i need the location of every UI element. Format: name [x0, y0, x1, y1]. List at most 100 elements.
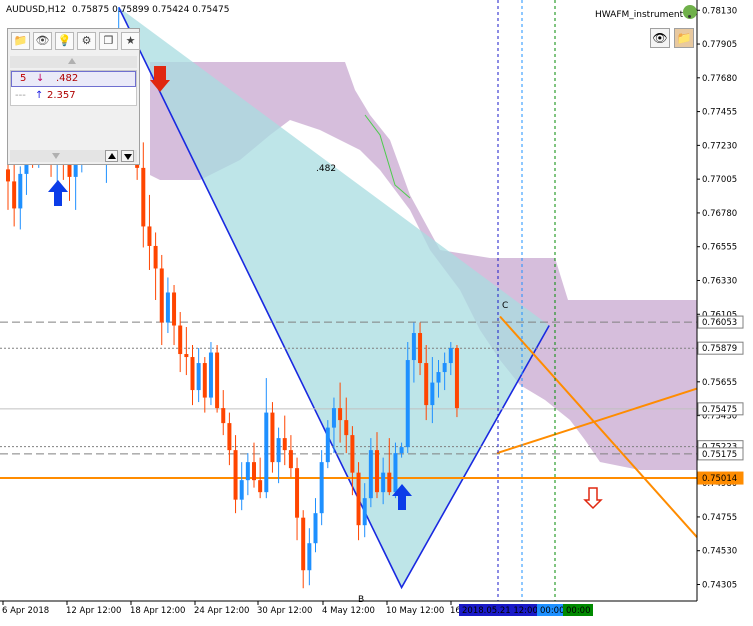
candle-body: [165, 292, 170, 323]
list-item[interactable]: 5 ↓ .482: [11, 71, 136, 87]
price-label: 0.78130: [702, 6, 737, 16]
candle-body: [12, 181, 17, 209]
point-b-label: B: [358, 595, 364, 605]
candle-body: [233, 450, 238, 500]
candle-body: [368, 450, 373, 499]
symbol-label: AUDUSD,H12: [6, 5, 66, 15]
candle-body: [196, 363, 201, 391]
candle-body: [344, 420, 349, 436]
info-panel[interactable]: 📁 👁 💡 ⚙ ❐ ★ 5 ↓ .482 --- ↑ 2.357: [7, 28, 140, 165]
candle-body: [399, 447, 404, 454]
candle-body: [288, 450, 293, 469]
candle-body: [141, 167, 146, 227]
candle-body: [436, 372, 441, 383]
candle-body: [178, 325, 183, 355]
candle-body: [18, 173, 23, 209]
candle-body: [282, 438, 287, 451]
ohlc-label: 0.75875 0.75899 0.75424 0.75475: [72, 5, 229, 15]
candle-body: [350, 435, 355, 473]
candle-body: [454, 348, 459, 409]
price-label: 0.75655: [702, 378, 737, 388]
candle-body: [331, 408, 336, 428]
price-tag-label: 0.75879: [702, 344, 737, 354]
indicator-dot-icon: [688, 15, 691, 18]
price-tag-label: 0.76053: [702, 318, 737, 328]
list-item[interactable]: --- ↑ 2.357: [11, 88, 136, 104]
price-label: 0.74755: [702, 513, 737, 523]
price-tag-label: 0.75475: [702, 405, 737, 415]
price-label: 0.74530: [702, 547, 737, 557]
price-label: 0.77905: [702, 40, 737, 50]
price-label: 0.77005: [702, 175, 737, 185]
candle-body: [227, 423, 232, 451]
scroll-down-button[interactable]: [121, 150, 134, 162]
time-label: 10 May 12:00: [386, 606, 444, 616]
price-label: 0.76780: [702, 209, 737, 219]
zigzag-list[interactable]: 5 ↓ .482 --- ↑ 2.357: [10, 70, 137, 106]
candle-body: [258, 480, 263, 493]
candle-body: [295, 468, 300, 518]
pattern-ratio-label: .482: [316, 164, 336, 174]
price-label: 0.76330: [702, 276, 737, 286]
candle-body: [430, 382, 435, 406]
scroll-bar-bottom[interactable]: [10, 150, 137, 162]
candle-body: [264, 412, 269, 493]
row-value: .482: [56, 73, 79, 84]
candle-body: [215, 352, 220, 409]
star-icon[interactable]: ★: [121, 32, 140, 50]
folder-icon[interactable]: 📁: [11, 32, 30, 50]
candle-body: [442, 363, 447, 373]
candle-body: [387, 472, 392, 493]
candle-body: [221, 408, 226, 424]
chevron-up-icon: [68, 58, 76, 64]
candle-body: [245, 462, 250, 481]
time-label: 12 Apr 12:00: [66, 606, 121, 616]
time-label: 6 Apr 2018: [2, 606, 49, 616]
scroll-up-button[interactable]: [105, 150, 118, 162]
time-tag-label: 2018.05.21 12:00: [462, 606, 538, 616]
candle-body: [338, 408, 343, 421]
candle-body: [6, 169, 10, 182]
candle-body: [424, 363, 429, 406]
eye-icon[interactable]: 👁: [33, 32, 52, 50]
time-label: 24 Apr 12:00: [194, 606, 249, 616]
candle-body: [301, 517, 306, 571]
candle-body: [153, 245, 158, 269]
candle-body: [375, 450, 379, 493]
price-label: 0.77680: [702, 74, 737, 84]
time-tag-label: 00:00: [540, 606, 565, 616]
indicator-name: HWAFM_instrument: [595, 10, 684, 20]
triangle-up-icon: [108, 153, 116, 159]
price-tag-label: 0.75175: [702, 450, 737, 460]
candle-body: [356, 472, 361, 526]
gear-icon[interactable]: ⚙: [77, 32, 96, 50]
candle-body: [448, 348, 453, 364]
arrow-down-icon: ↓: [36, 73, 45, 84]
chart-window[interactable]: .482 B C 0.78130 0.77905 0.77680 0.77455 0.772…: [0, 0, 753, 622]
candle-body: [202, 363, 207, 398]
bulb-icon[interactable]: 💡: [55, 32, 74, 50]
time-label: 30 Apr 12:00: [257, 606, 312, 616]
candle-body: [190, 357, 195, 391]
folder-icon[interactable]: 📁: [674, 28, 694, 48]
price-label: 0.77455: [702, 108, 737, 118]
candle-body: [184, 354, 189, 358]
triangle-down-icon: [124, 154, 132, 160]
arrow-up-icon: ↑: [35, 90, 44, 101]
scroll-up[interactable]: [10, 56, 137, 68]
candle-body: [276, 438, 281, 463]
copy-icon[interactable]: ❐: [99, 32, 118, 50]
eye-icon[interactable]: 👁: [650, 28, 670, 48]
price-tag-label: 0.75014: [702, 474, 737, 484]
candle-body: [307, 543, 312, 571]
candle-body: [405, 360, 410, 448]
row-value: 2.357: [47, 90, 76, 101]
row-count: ---: [15, 90, 26, 101]
indicator-panel[interactable]: 👁 📁: [646, 28, 696, 52]
candle-body: [319, 462, 324, 514]
candle-body: [239, 480, 244, 500]
candle-body: [159, 268, 164, 323]
candle-body: [381, 472, 386, 493]
time-tag-label: 00:00: [566, 606, 591, 616]
time-label: 4 May 12:00: [322, 606, 375, 616]
